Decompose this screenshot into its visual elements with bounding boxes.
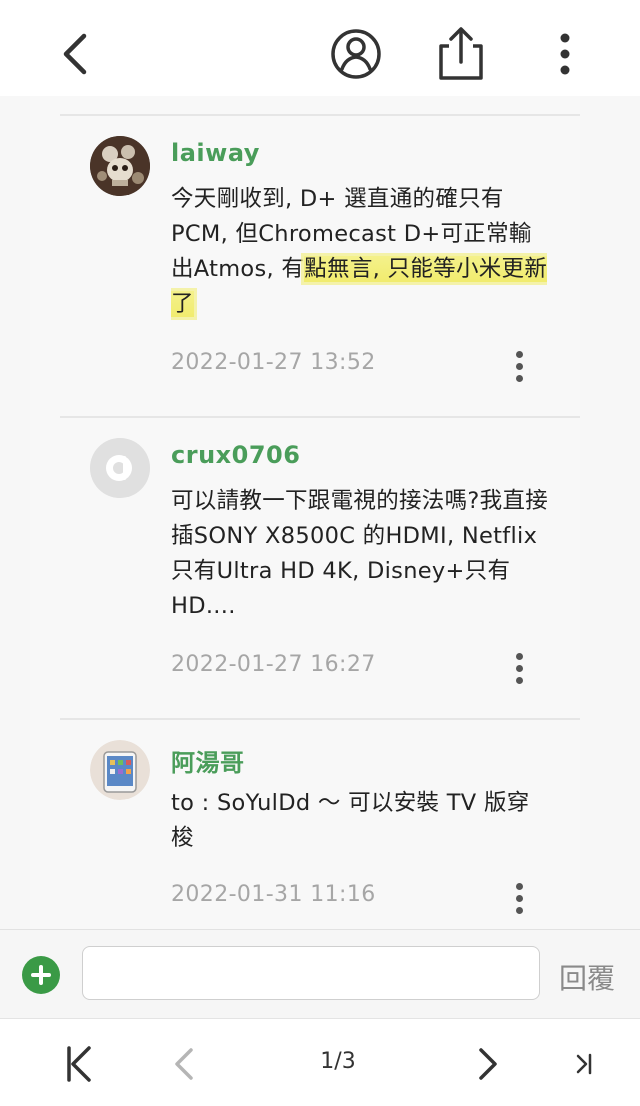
chevron-left-icon xyxy=(175,1048,193,1080)
comment-username[interactable]: laiway xyxy=(171,139,260,167)
more-dot-icon xyxy=(515,882,523,890)
more-dot-icon xyxy=(515,894,523,902)
divider xyxy=(60,114,580,116)
divider xyxy=(60,718,580,720)
comment-timestamp: 2022-01-27 16:27 xyxy=(171,652,376,677)
comment-text: 可以請教一下跟電視的接法嗎?我直接插SONY X8500C 的HDMI, Net… xyxy=(171,488,549,619)
avatar[interactable] xyxy=(90,740,150,800)
first-page-icon xyxy=(67,1046,91,1082)
comment-more-button[interactable] xyxy=(506,648,532,688)
comment-username[interactable]: 阿湯哥 xyxy=(171,743,245,778)
more-dot-icon xyxy=(515,652,523,660)
divider xyxy=(60,416,580,418)
add-attachment-button[interactable] xyxy=(22,956,60,994)
comment-timestamp: 2022-01-31 11:16 xyxy=(171,882,376,907)
comment-more-button[interactable] xyxy=(506,878,532,918)
more-dot-icon xyxy=(515,906,523,914)
chevron-left-icon xyxy=(63,33,87,75)
pagination-bar: 1/3 xyxy=(0,1018,640,1106)
more-dot-icon xyxy=(515,374,523,382)
comment-timestamp: 2022-01-27 13:52 xyxy=(171,350,376,375)
last-page-icon xyxy=(576,1053,592,1075)
user-circle-icon xyxy=(331,29,381,79)
more-dot-icon xyxy=(515,362,523,370)
more-dot-icon xyxy=(515,664,523,672)
comment-list: laiway 今天剛收到, D+ 選直通的確只有PCM, 但Chromecast… xyxy=(30,96,580,930)
avatar[interactable] xyxy=(90,136,150,196)
share-button[interactable] xyxy=(429,22,493,86)
comment-username[interactable]: crux0706 xyxy=(171,441,300,469)
comment-more-button[interactable] xyxy=(506,346,532,386)
reply-bar: 回覆 xyxy=(0,929,640,1018)
last-page-button[interactable] xyxy=(566,1039,602,1089)
previous-page-button[interactable] xyxy=(162,1039,206,1089)
reply-button[interactable]: 回覆 xyxy=(559,957,615,997)
avatar[interactable] xyxy=(90,438,150,498)
comment-text: to : SoYulDd ～ 可以安裝 TV 版穿梭 xyxy=(171,790,530,851)
top-toolbar xyxy=(0,0,640,96)
share-icon xyxy=(439,27,483,80)
more-dot-icon xyxy=(515,676,523,684)
comment-text: 今天剛收到, D+ 選直通的確只有PCM, 但Chromecast D+可正常輸… xyxy=(171,182,551,322)
more-vertical-icon xyxy=(560,33,570,75)
chevron-right-icon xyxy=(479,1048,497,1080)
page-indicator: 1/3 xyxy=(320,1049,356,1074)
reply-input[interactable] xyxy=(82,946,540,1000)
first-page-button[interactable] xyxy=(56,1039,100,1089)
back-button[interactable] xyxy=(44,22,108,86)
more-dot-icon xyxy=(515,350,523,358)
profile-button[interactable] xyxy=(324,22,388,86)
more-menu-button[interactable] xyxy=(533,22,597,86)
next-page-button[interactable] xyxy=(466,1039,510,1089)
